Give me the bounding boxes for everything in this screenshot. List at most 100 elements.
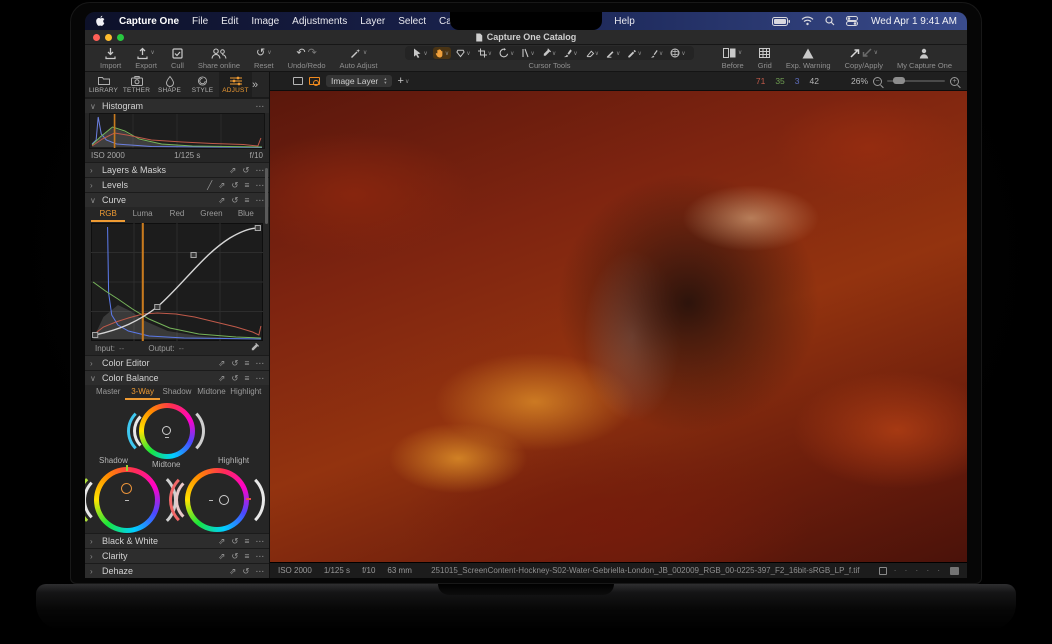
curve-picker-icon[interactable] (250, 343, 259, 354)
menu-file[interactable]: File (192, 16, 208, 27)
minimize-window-button[interactable] (105, 34, 112, 41)
zoom-out-icon[interactable]: − (873, 77, 882, 86)
cb-tab-3way[interactable]: 3-Way (125, 385, 159, 400)
more-tabs-button[interactable]: » (252, 79, 258, 91)
more-icon[interactable]: ⋯ (256, 371, 265, 386)
spot-removal-tool[interactable]: ∨ (668, 47, 687, 59)
straighten-tool[interactable]: ∨ (519, 47, 536, 59)
reset-button[interactable]: ↺∨ Reset (247, 45, 281, 71)
sidebar-scrollbar[interactable] (265, 168, 268, 224)
proof-view-icon[interactable] (309, 77, 320, 85)
curve-tab-blue[interactable]: Blue (229, 207, 263, 222)
proof-margin-icon[interactable] (879, 567, 887, 575)
zoom-slider-handle[interactable] (893, 77, 905, 84)
copy-adjustments-icon[interactable]: ⇗ (229, 163, 236, 178)
more-icon[interactable]: ⋯ (256, 178, 265, 193)
export-button[interactable]: ∨ Export (128, 45, 164, 71)
copy-adjustments-icon[interactable]: ⇗ (218, 371, 225, 386)
tab-library[interactable]: LIBRARY (87, 72, 120, 97)
loupe-tool[interactable]: ∨ (454, 47, 472, 59)
zoom-window-button[interactable] (117, 34, 124, 41)
battery-icon[interactable] (772, 17, 790, 26)
copy-adjustments-icon[interactable]: ⇗ (229, 564, 236, 579)
pick-levels-icon[interactable]: ╱ (207, 178, 212, 193)
presets-icon[interactable]: ≡ (245, 371, 250, 386)
pan-hand-tool[interactable]: ∨ (433, 47, 451, 59)
color-editor-panel-header[interactable]: › Color Editor ⇗ ↺ ≡ ⋯ (85, 355, 269, 370)
curve-tab-rgb[interactable]: RGB (91, 207, 125, 222)
exposure-warning-button[interactable]: Exp. Warning (779, 45, 838, 71)
highlight-color-wheel[interactable] (185, 468, 249, 532)
dehaze-panel-header[interactable]: › Dehaze ⇗ ↺ ⋯ (85, 563, 269, 578)
undo-redo-button[interactable]: ↶↷ Undo/Redo (281, 45, 333, 71)
reset-adjustments-icon[interactable]: ↺ (242, 564, 249, 579)
import-button[interactable]: Import (93, 45, 128, 71)
rating-dots[interactable]: · · · · · (894, 566, 943, 575)
more-icon[interactable]: ⋯ (256, 193, 265, 208)
photo-canvas[interactable] (270, 91, 967, 562)
linear-gradient-tool[interactable]: ∨ (604, 47, 622, 59)
rotate-tool[interactable]: ∨ (497, 47, 516, 59)
more-icon[interactable]: ⋯ (256, 99, 265, 114)
presets-icon[interactable]: ≡ (245, 549, 250, 564)
copy-adjustments-icon[interactable]: ⇗ (218, 534, 225, 549)
apple-logo-icon[interactable] (95, 15, 106, 27)
levels-panel-header[interactable]: › Levels ╱ ⇗ ↺ ≡ ⋯ (85, 177, 269, 192)
menu-help[interactable]: Help (614, 16, 635, 27)
copy-apply-button[interactable]: ∨ Copy/Apply (838, 45, 890, 71)
more-icon[interactable]: ⋯ (256, 534, 265, 549)
curve-tab-red[interactable]: Red (160, 207, 194, 222)
multi-view-icon[interactable] (278, 77, 287, 86)
erase-mask-tool[interactable]: ∨ (583, 47, 601, 59)
tab-shape[interactable]: SHAPE (153, 72, 186, 97)
color-balance-panel-header[interactable]: ∨ Color Balance ⇗ ↺ ≡ ⋯ (85, 370, 269, 385)
my-capture-one-button[interactable]: My Capture One (890, 45, 959, 71)
reset-adjustments-icon[interactable]: ↺ (231, 178, 238, 193)
cb-tab-master[interactable]: Master (91, 385, 125, 400)
radial-gradient-tool[interactable]: ∨ (625, 47, 643, 59)
menu-layer[interactable]: Layer (360, 16, 385, 27)
draw-mask-tool[interactable]: ∨ (561, 47, 579, 59)
reset-adjustments-icon[interactable]: ↺ (231, 534, 238, 549)
menu-select[interactable]: Select (398, 16, 426, 27)
menubar-clock[interactable]: Wed Apr 1 9:41 AM (871, 16, 957, 27)
copy-adjustments-icon[interactable]: ⇗ (218, 193, 225, 208)
reset-adjustments-icon[interactable]: ↺ (231, 193, 238, 208)
highlight-wheel-handle[interactable] (219, 495, 229, 505)
copy-adjustments-icon[interactable]: ⇗ (218, 549, 225, 564)
curve-panel-header[interactable]: ∨ Curve ⇗ ↺ ≡ ⋯ (85, 192, 269, 207)
menu-adjustments[interactable]: Adjustments (292, 16, 347, 27)
copy-adjustments-icon[interactable]: ⇗ (218, 356, 225, 371)
curve-tab-luma[interactable]: Luma (125, 207, 159, 222)
control-center-icon[interactable] (846, 16, 858, 26)
shadow-color-wheel[interactable] (94, 467, 160, 533)
cb-tab-shadow[interactable]: Shadow (160, 385, 194, 400)
layer-select[interactable]: Image Layer ▴▾ (326, 75, 392, 87)
tab-style[interactable]: STYLE (186, 72, 219, 97)
tab-adjust[interactable]: ADJUST (219, 72, 252, 97)
share-online-button[interactable]: Share online (191, 45, 247, 71)
curve-graph[interactable] (91, 223, 263, 341)
cb-tab-midtone[interactable]: Midtone (194, 385, 228, 400)
heal-tool[interactable]: ∨ (647, 47, 665, 59)
reset-adjustments-icon[interactable]: ↺ (231, 549, 238, 564)
more-icon[interactable]: ⋯ (256, 564, 265, 579)
before-button[interactable]: ∨ Before (715, 45, 751, 71)
single-view-icon[interactable] (293, 77, 303, 85)
color-picker-tool[interactable]: ∨ (540, 47, 558, 59)
zoom-level[interactable]: 26% (851, 76, 868, 86)
presets-icon[interactable]: ≡ (245, 193, 250, 208)
presets-icon[interactable]: ≡ (245, 178, 250, 193)
black-white-panel-header[interactable]: › Black & White ⇗ ↺ ≡ ⋯ (85, 533, 269, 548)
more-icon[interactable]: ⋯ (256, 549, 265, 564)
histogram-panel-header[interactable]: ∨ Histogram ⋯ (85, 98, 269, 113)
tab-options-button[interactable]: ⋮ (266, 79, 270, 90)
tab-tether[interactable]: TETHER (120, 72, 153, 97)
grid-button[interactable]: Grid (751, 45, 779, 71)
close-window-button[interactable] (93, 34, 100, 41)
more-icon[interactable]: ⋯ (256, 356, 265, 371)
copy-adjustments-icon[interactable]: ⇗ (218, 178, 225, 193)
add-layer-button[interactable]: +∨ (398, 75, 410, 87)
wifi-icon[interactable] (801, 16, 814, 26)
zoom-slider[interactable] (887, 80, 945, 82)
